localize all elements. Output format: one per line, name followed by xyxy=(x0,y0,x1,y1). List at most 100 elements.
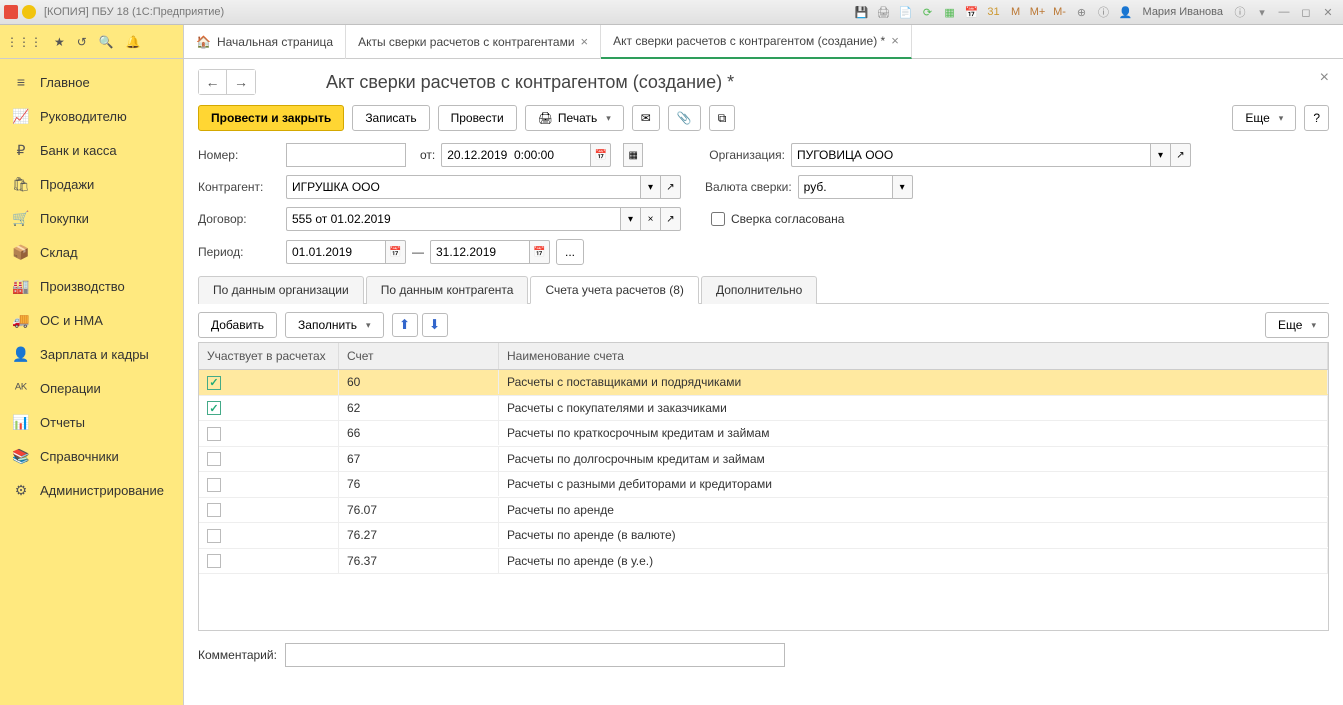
post-button[interactable]: Провести xyxy=(438,105,517,131)
table-row[interactable]: ✓76.27Расчеты по аренде (в валюте) xyxy=(199,523,1328,549)
m-minus-button[interactable]: M- xyxy=(1052,4,1068,20)
subtab[interactable]: По данным контрагента xyxy=(366,276,529,304)
contract-open-icon[interactable]: ↗ xyxy=(661,207,681,231)
more-button[interactable]: Еще xyxy=(1232,105,1296,131)
write-button[interactable]: Записать xyxy=(352,105,429,131)
document-tab[interactable]: 🏠Начальная страница xyxy=(184,25,346,59)
print-icon[interactable]: 🖨 xyxy=(876,4,892,20)
search-icon[interactable]: 🔍 xyxy=(99,35,114,49)
sidebar-item[interactable]: ᴬᴷОперации xyxy=(0,371,183,405)
period-to-calendar-icon[interactable]: 📅 xyxy=(530,240,550,264)
post-and-close-button[interactable]: Провести и закрыть xyxy=(198,105,344,131)
row-checkbox[interactable]: ✓ xyxy=(207,427,221,441)
row-checkbox[interactable]: ✓ xyxy=(207,503,221,517)
bell-icon[interactable]: 🔔 xyxy=(126,35,141,49)
col-participates[interactable]: Участвует в расчетах xyxy=(199,343,339,369)
counterparty-dropdown-icon[interactable]: ▾ xyxy=(641,175,661,199)
currency-dropdown-icon[interactable]: ▾ xyxy=(893,175,913,199)
row-checkbox[interactable]: ✓ xyxy=(207,401,221,415)
period-from-field[interactable] xyxy=(286,240,386,264)
currency-field[interactable] xyxy=(798,175,893,199)
email-button[interactable]: ✉ xyxy=(632,105,660,131)
help-icon[interactable]: ⓘ xyxy=(1232,4,1248,20)
maximize-icon[interactable]: ◻ xyxy=(1298,4,1314,20)
info-icon[interactable]: ⓘ xyxy=(1096,4,1112,20)
table-row[interactable]: ✓62Расчеты с покупателями и заказчиками xyxy=(199,396,1328,422)
sidebar-item[interactable]: 🏭Производство xyxy=(0,269,183,303)
org-dropdown-icon[interactable]: ▾ xyxy=(1151,143,1171,167)
attach-button[interactable]: 📎 xyxy=(668,105,701,131)
calendar-icon[interactable]: 📅 xyxy=(591,143,611,167)
back-button[interactable]: ← xyxy=(199,70,227,94)
org-field[interactable] xyxy=(791,143,1151,167)
m-button[interactable]: M xyxy=(1008,4,1024,20)
move-down-button[interactable]: ⬇ xyxy=(422,313,448,337)
tab-close-icon[interactable]: × xyxy=(581,34,589,49)
fill-button[interactable]: Заполнить xyxy=(285,312,383,338)
col-name[interactable]: Наименование счета xyxy=(499,343,1328,369)
tab-close-icon[interactable]: × xyxy=(891,33,899,48)
date-extra-button[interactable]: ▦ xyxy=(623,143,643,167)
period-to-field[interactable] xyxy=(430,240,530,264)
table-row[interactable]: ✓66Расчеты по краткосрочным кредитам и з… xyxy=(199,421,1328,447)
sidebar-item[interactable]: ≡Главное xyxy=(0,65,183,99)
sidebar-item[interactable]: 🛒Покупки xyxy=(0,201,183,235)
sidebar-item[interactable]: 🚚ОС и НМА xyxy=(0,303,183,337)
star-icon[interactable]: ★ xyxy=(54,35,65,49)
table-more-button[interactable]: Еще xyxy=(1265,312,1329,338)
close-icon[interactable]: ✕ xyxy=(1320,4,1336,20)
date-field[interactable] xyxy=(441,143,591,167)
add-button[interactable]: Добавить xyxy=(198,312,277,338)
sidebar-item[interactable]: 🛍Продажи xyxy=(0,167,183,201)
close-document-icon[interactable]: × xyxy=(1320,69,1329,87)
counterparty-field[interactable] xyxy=(286,175,641,199)
subtab[interactable]: Счета учета расчетов (8) xyxy=(530,276,698,304)
row-checkbox[interactable]: ✓ xyxy=(207,529,221,543)
forward-button[interactable]: → xyxy=(227,70,255,94)
print-button[interactable]: 🖨 Печать xyxy=(525,105,624,131)
number-field[interactable] xyxy=(286,143,406,167)
col-account[interactable]: Счет xyxy=(339,343,499,369)
period-from-calendar-icon[interactable]: 📅 xyxy=(386,240,406,264)
document-tab[interactable]: Акты сверки расчетов с контрагентами× xyxy=(346,25,601,59)
structure-button[interactable]: ⧉ xyxy=(709,105,736,131)
row-checkbox[interactable]: ✓ xyxy=(207,478,221,492)
help-button[interactable]: ? xyxy=(1304,105,1329,131)
contract-clear-icon[interactable]: × xyxy=(641,207,661,231)
row-checkbox[interactable]: ✓ xyxy=(207,452,221,466)
table-row[interactable]: ✓60Расчеты с поставщиками и подрядчиками xyxy=(199,370,1328,396)
date-icon[interactable]: 31 xyxy=(986,4,1002,20)
m-plus-button[interactable]: M+ xyxy=(1030,4,1046,20)
period-choose-button[interactable]: ... xyxy=(556,239,584,265)
sidebar-item[interactable]: 📊Отчеты xyxy=(0,405,183,439)
minimize-icon[interactable]: — xyxy=(1276,4,1292,20)
contract-dropdown-icon[interactable]: ▾ xyxy=(621,207,641,231)
org-open-icon[interactable]: ↗ xyxy=(1171,143,1191,167)
sidebar-item[interactable]: ⚙Администрирование xyxy=(0,473,183,507)
save-icon[interactable]: 💾 xyxy=(854,4,870,20)
calc-icon[interactable]: ▦ xyxy=(942,4,958,20)
refresh-icon[interactable]: ⟳ xyxy=(920,4,936,20)
settings-icon[interactable]: ▾ xyxy=(1254,4,1270,20)
row-checkbox[interactable]: ✓ xyxy=(207,376,221,390)
comment-field[interactable] xyxy=(285,643,785,667)
document-tab[interactable]: Акт сверки расчетов с контрагентом (созд… xyxy=(601,25,912,59)
sidebar-item[interactable]: ₽Банк и касса xyxy=(0,133,183,167)
sidebar-item[interactable]: 📈Руководителю xyxy=(0,99,183,133)
row-checkbox[interactable]: ✓ xyxy=(207,554,221,568)
sidebar-item[interactable]: 📚Справочники xyxy=(0,439,183,473)
calendar-icon[interactable]: 📅 xyxy=(964,4,980,20)
sidebar-item[interactable]: 📦Склад xyxy=(0,235,183,269)
counterparty-open-icon[interactable]: ↗ xyxy=(661,175,681,199)
subtab[interactable]: По данным организации xyxy=(198,276,364,304)
zoom-icon[interactable]: ⊕ xyxy=(1074,4,1090,20)
table-row[interactable]: ✓67Расчеты по долгосрочным кредитам и за… xyxy=(199,447,1328,473)
table-row[interactable]: ✓76.07Расчеты по аренде xyxy=(199,498,1328,524)
subtab[interactable]: Дополнительно xyxy=(701,276,817,304)
contract-field[interactable] xyxy=(286,207,621,231)
doc-icon[interactable]: 📄 xyxy=(898,4,914,20)
move-up-button[interactable]: ⬆ xyxy=(392,313,418,337)
dropdown-icon[interactable] xyxy=(22,5,36,19)
apps-icon[interactable]: ⋮⋮⋮ xyxy=(6,35,42,49)
table-row[interactable]: ✓76.37Расчеты по аренде (в у.е.) xyxy=(199,549,1328,575)
